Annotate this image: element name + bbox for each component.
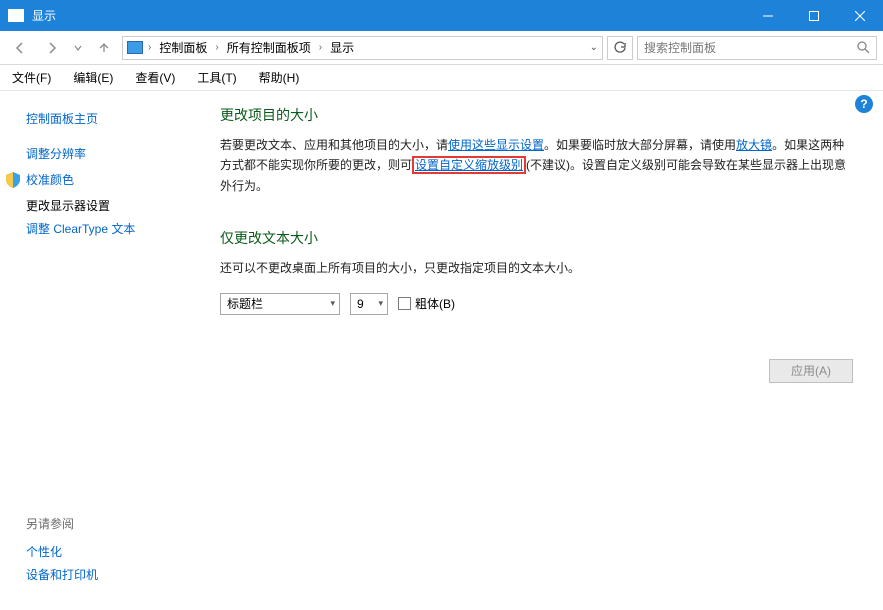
menu-tools[interactable]: 工具(T) <box>193 67 240 88</box>
sidebar-item-resolution[interactable]: 调整分辨率 <box>26 142 200 165</box>
sidebar: 控制面板主页 调整分辨率 校准颜色 更改显示器设置 调整 ClearType 文… <box>0 91 200 610</box>
location-icon <box>127 41 143 54</box>
link-magnifier[interactable]: 放大镜 <box>736 138 772 152</box>
content-pane: 更改项目的大小 若要更改文本、应用和其他项目的大小，请使用这些显示设置。如果要临… <box>200 91 883 610</box>
section2-title: 仅更改文本大小 <box>220 228 853 248</box>
back-button[interactable] <box>6 34 34 62</box>
text-size-controls: 标题栏 ▾ 9 ▾ 粗体(B) <box>220 293 853 315</box>
up-button[interactable] <box>90 34 118 62</box>
menu-view[interactable]: 查看(V) <box>131 67 179 88</box>
recent-dropdown[interactable] <box>70 34 86 62</box>
menu-edit[interactable]: 编辑(E) <box>69 67 117 88</box>
breadcrumb-item[interactable]: 所有控制面板项 <box>224 39 314 56</box>
section1-paragraph: 若要更改文本、应用和其他项目的大小，请使用这些显示设置。如果要临时放大部分屏幕，… <box>220 135 853 196</box>
sidebar-item-calibrate[interactable]: 校准颜色 <box>26 168 74 191</box>
chevron-down-icon: ▾ <box>372 298 383 309</box>
breadcrumb-item[interactable]: 显示 <box>327 39 357 56</box>
titlebar: 显示 <box>0 0 883 31</box>
section1-title: 更改项目的大小 <box>220 105 853 125</box>
chevron-right-icon: › <box>318 42 323 53</box>
size-select[interactable]: 9 ▾ <box>350 293 388 315</box>
apply-button[interactable]: 应用(A) <box>769 359 853 383</box>
chevron-down-icon: ▾ <box>324 298 335 309</box>
menu-file[interactable]: 文件(F) <box>8 67 55 88</box>
minimize-button[interactable] <box>745 0 791 31</box>
refresh-button[interactable] <box>607 36 633 60</box>
link-custom-scaling[interactable]: 设置自定义缩放级别 <box>412 156 526 174</box>
sidebar-home-link[interactable]: 控制面板主页 <box>26 107 200 130</box>
window-title: 显示 <box>32 7 56 24</box>
see-also-personalization[interactable]: 个性化 <box>26 540 200 563</box>
bold-label: 粗体(B) <box>415 297 455 311</box>
search-icon <box>857 41 870 54</box>
link-display-settings[interactable]: 使用这些显示设置 <box>448 138 544 152</box>
close-button[interactable] <box>837 0 883 31</box>
breadcrumb-item[interactable]: 控制面板 <box>156 39 210 56</box>
search-input[interactable]: 搜索控制面板 <box>637 36 877 60</box>
checkbox-box <box>398 297 411 310</box>
section2-paragraph: 还可以不更改桌面上所有项目的大小，只更改指定项目的文本大小。 <box>220 258 853 278</box>
chevron-right-icon: › <box>147 42 152 53</box>
sidebar-item-displaysettings[interactable]: 更改显示器设置 <box>26 194 200 217</box>
maximize-button[interactable] <box>791 0 837 31</box>
chevron-right-icon: › <box>214 42 219 53</box>
shield-icon <box>6 172 20 188</box>
menu-help[interactable]: 帮助(H) <box>255 67 304 88</box>
see-also-header: 另请参阅 <box>26 515 200 532</box>
search-placeholder: 搜索控制面板 <box>644 39 857 56</box>
forward-button[interactable] <box>38 34 66 62</box>
sidebar-item-cleartype[interactable]: 调整 ClearType 文本 <box>26 217 200 240</box>
app-icon <box>8 9 24 22</box>
address-bar[interactable]: › 控制面板 › 所有控制面板项 › 显示 ⌄ <box>122 36 603 60</box>
see-also-devices[interactable]: 设备和打印机 <box>26 563 200 586</box>
address-bar-row: › 控制面板 › 所有控制面板项 › 显示 ⌄ 搜索控制面板 <box>0 31 883 65</box>
menubar: 文件(F) 编辑(E) 查看(V) 工具(T) 帮助(H) <box>0 65 883 91</box>
bold-checkbox[interactable]: 粗体(B) <box>398 295 455 312</box>
chevron-down-icon[interactable]: ⌄ <box>590 42 598 53</box>
item-select[interactable]: 标题栏 ▾ <box>220 293 340 315</box>
